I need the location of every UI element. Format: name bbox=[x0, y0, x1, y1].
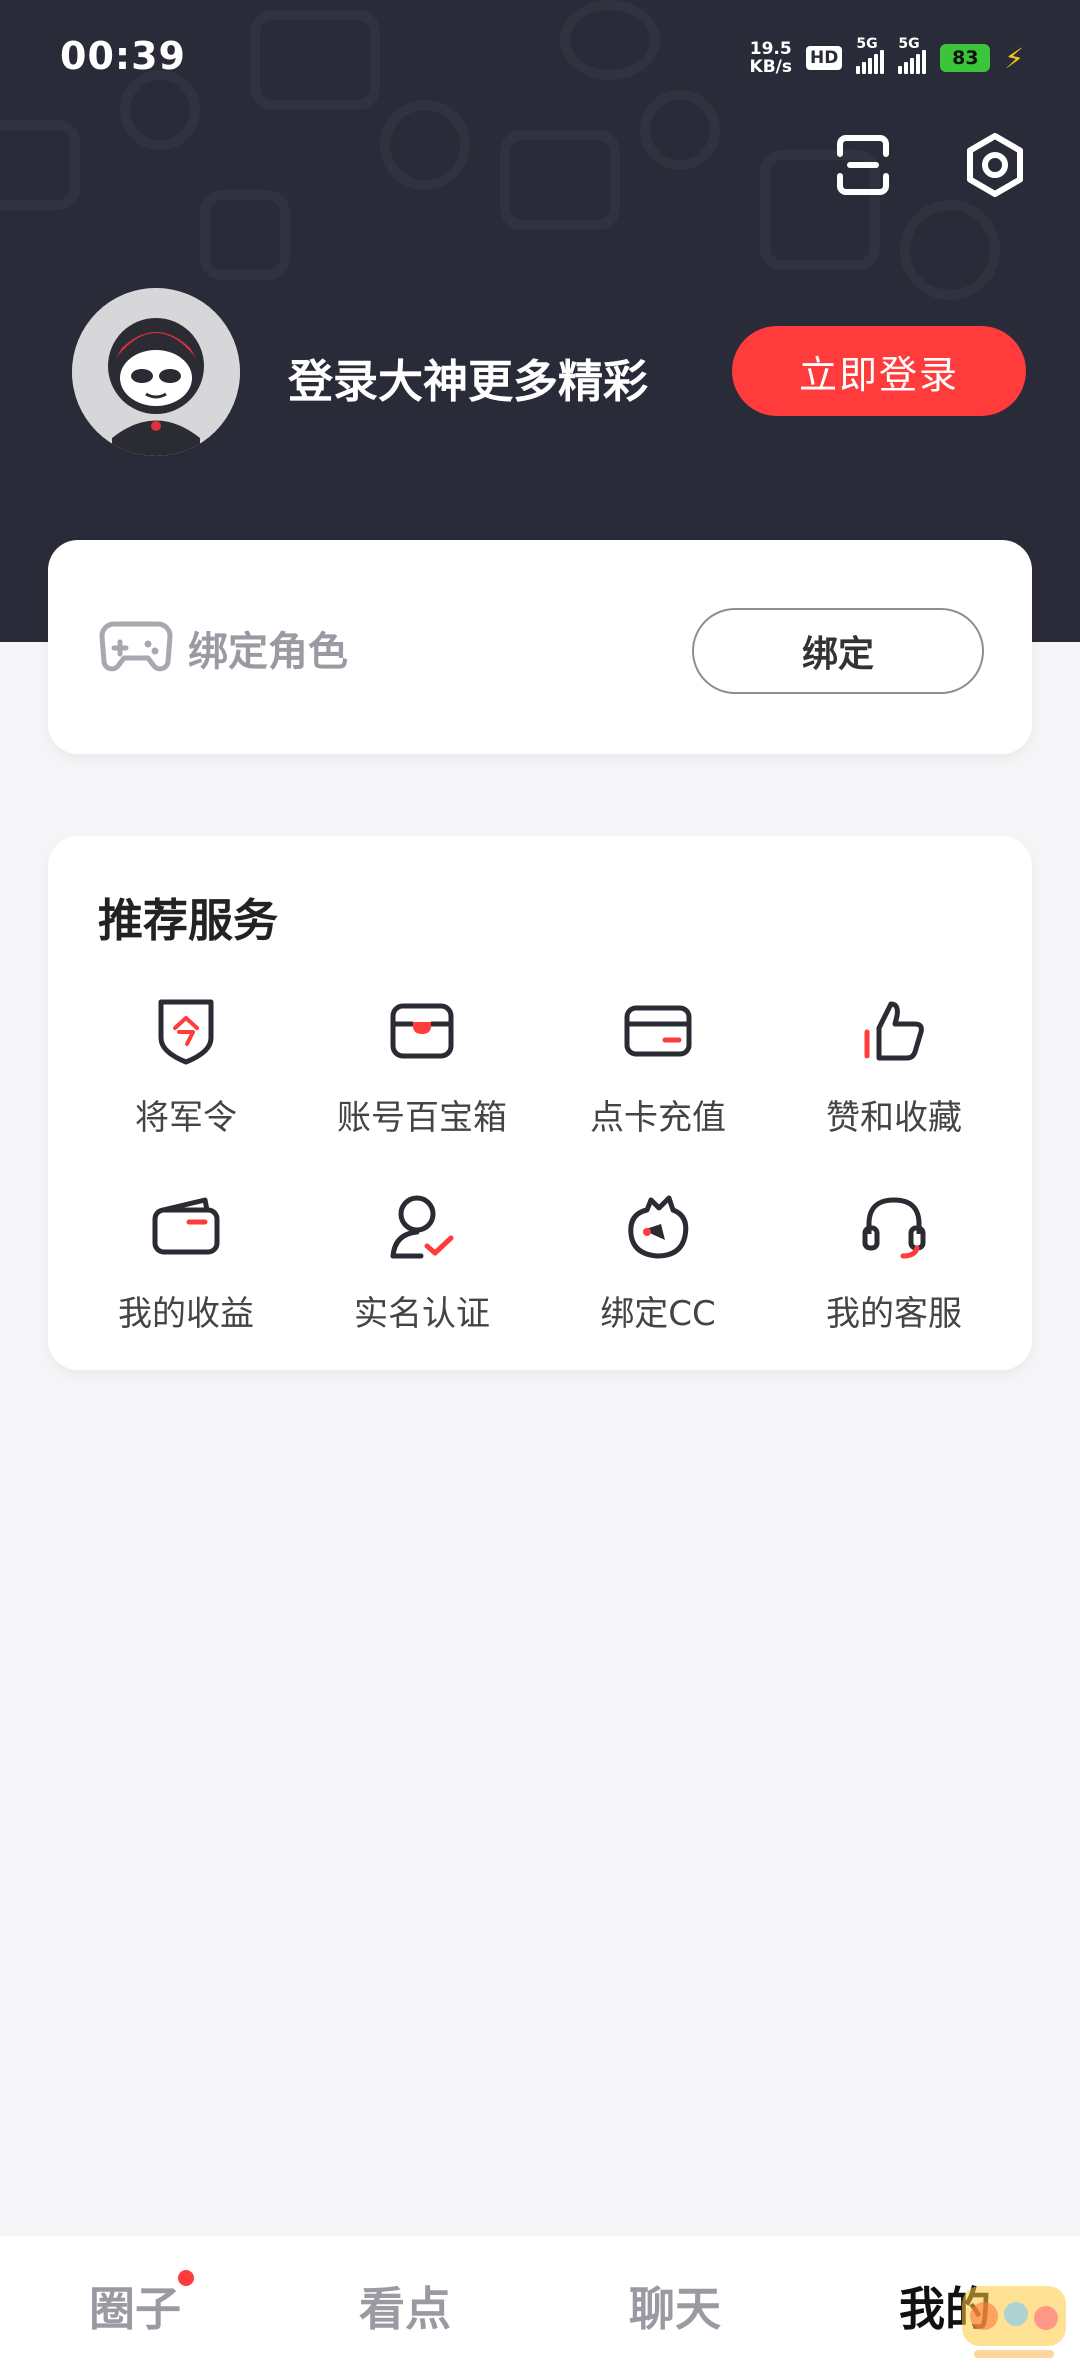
battery-level: 83 bbox=[940, 44, 991, 72]
services-grid: 将军令 账号百宝箱 点卡充值 赞和收藏 我的收益 实名认证 绑定CC 我的客服 bbox=[48, 994, 1052, 1360]
network-speed: 19.5 KB/s bbox=[750, 40, 792, 76]
service-my-earnings[interactable]: 我的收益 bbox=[68, 1190, 304, 1360]
service-label: 我的收益 bbox=[118, 1294, 254, 1334]
signal-sim1-label: 5G bbox=[856, 36, 878, 52]
scan-icon[interactable] bbox=[828, 130, 898, 200]
service-label: 绑定CC bbox=[600, 1294, 716, 1334]
service-label: 我的客服 bbox=[826, 1294, 962, 1334]
tab-label: 聊天 bbox=[629, 2282, 721, 2336]
bind-button[interactable]: 绑定 bbox=[692, 608, 984, 694]
service-bind-cc[interactable]: 绑定CC bbox=[540, 1190, 776, 1360]
treasure-box-icon bbox=[385, 994, 459, 1068]
tab-label: 看点 bbox=[359, 2282, 451, 2336]
signal-sim2-icon: 5G bbox=[898, 36, 927, 74]
service-account-treasure-box[interactable]: 账号百宝箱 bbox=[304, 994, 540, 1190]
service-card-recharge[interactable]: 点卡充值 bbox=[540, 994, 776, 1190]
verified-user-icon bbox=[385, 1190, 459, 1264]
card-icon bbox=[621, 994, 695, 1068]
notification-dot bbox=[178, 2270, 194, 2286]
tab-chat[interactable]: 聊天 bbox=[540, 2236, 810, 2376]
headset-icon bbox=[857, 1190, 931, 1264]
services-title: 推荐服务 bbox=[98, 894, 279, 947]
service-customer-support[interactable]: 我的客服 bbox=[776, 1190, 1012, 1360]
signal-sim1-icon: 5G bbox=[856, 36, 885, 74]
service-label: 点卡充值 bbox=[590, 1098, 726, 1138]
service-label: 将军令 bbox=[135, 1098, 237, 1138]
charging-icon: ⚡ bbox=[1004, 41, 1024, 75]
avatar[interactable] bbox=[72, 288, 240, 456]
login-button[interactable]: 立即登录 bbox=[732, 326, 1026, 416]
status-bar: 00:39 19.5 KB/s HD 5G 5G 83 ⚡ bbox=[0, 0, 1080, 110]
login-prompt: 登录大神更多精彩 bbox=[288, 355, 649, 408]
tab-label: 圈子 bbox=[89, 2282, 181, 2336]
hd-voice-badge: HD bbox=[805, 46, 843, 70]
tab-highlights[interactable]: 看点 bbox=[270, 2236, 540, 2376]
cc-mascot-icon bbox=[621, 1190, 695, 1264]
tab-circles[interactable]: 圈子 bbox=[0, 2236, 270, 2376]
bind-role-label: 绑定角色 bbox=[188, 629, 348, 675]
service-general-token[interactable]: 将军令 bbox=[68, 994, 304, 1190]
status-indicators: 19.5 KB/s HD 5G 5G 83 ⚡ bbox=[750, 36, 1024, 80]
service-label: 账号百宝箱 bbox=[337, 1098, 507, 1138]
thumbs-up-icon bbox=[857, 994, 931, 1068]
bind-role-row: 绑定角色 bbox=[98, 616, 348, 680]
service-likes-favorites[interactable]: 赞和收藏 bbox=[776, 994, 1012, 1190]
service-label: 赞和收藏 bbox=[826, 1098, 962, 1138]
bottom-tab-bar: 圈子 看点 聊天 我的 bbox=[0, 2236, 1080, 2376]
recommended-services-card: 推荐服务 将军令 账号百宝箱 点卡充值 赞和收藏 我的收益 实名认证 绑定CC … bbox=[48, 836, 1032, 1370]
wallet-icon bbox=[149, 1190, 223, 1264]
status-time: 00:39 bbox=[60, 34, 186, 78]
network-speed-value: 19.5 bbox=[749, 39, 792, 59]
watermark-logo bbox=[954, 2276, 1074, 2368]
network-speed-unit: KB/s bbox=[749, 57, 792, 77]
service-label: 实名认证 bbox=[354, 1294, 490, 1334]
shield-token-icon bbox=[149, 994, 223, 1068]
signal-sim2-label: 5G bbox=[898, 36, 920, 52]
settings-icon[interactable] bbox=[960, 130, 1030, 200]
bind-role-card: 绑定角色 绑定 bbox=[48, 540, 1032, 754]
service-real-name-verification[interactable]: 实名认证 bbox=[304, 1190, 540, 1360]
gamepad-icon bbox=[98, 616, 174, 680]
